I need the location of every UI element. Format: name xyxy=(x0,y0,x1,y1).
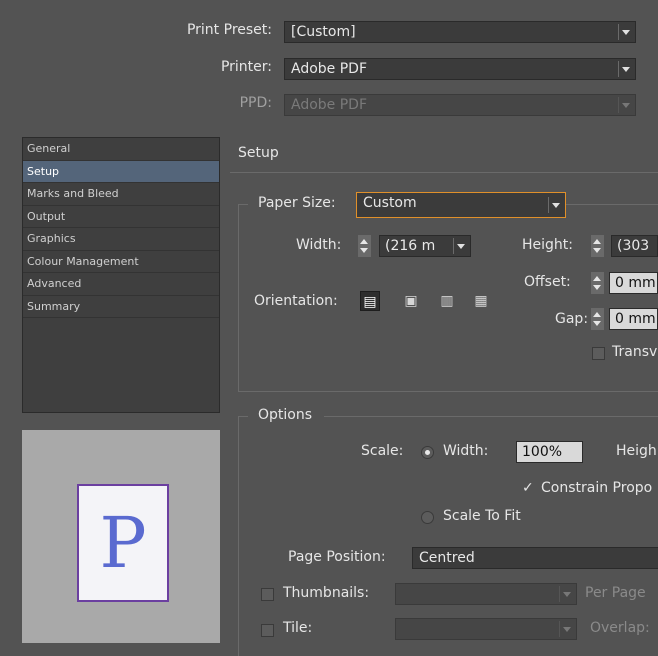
gap-stepper[interactable] xyxy=(591,308,604,330)
portrait-icon[interactable]: ▤ xyxy=(360,291,380,311)
chevron-down-icon xyxy=(559,586,574,602)
paper-size-label: Paper Size: xyxy=(258,195,336,211)
reverse-portrait-icon[interactable]: ▥ xyxy=(437,291,457,311)
width-label: Width: xyxy=(296,237,342,253)
printer-value: Adobe PDF xyxy=(291,61,368,77)
ppd-dropdown: Adobe PDF xyxy=(284,94,636,116)
tile-dropdown xyxy=(395,618,577,640)
height-stepper[interactable] xyxy=(591,235,604,257)
category-list: General Setup Marks and Bleed Output Gra… xyxy=(22,137,220,413)
landscape-icon[interactable]: ▣ xyxy=(401,291,421,311)
category-marks-and-bleed[interactable]: Marks and Bleed xyxy=(23,183,219,206)
constrain-checkmark-icon[interactable]: ✓ xyxy=(522,480,534,496)
chevron-down-icon xyxy=(559,621,574,637)
category-setup[interactable]: Setup xyxy=(23,160,219,183)
page-position-label: Page Position: xyxy=(288,549,386,565)
print-preset-value: [Custom] xyxy=(291,24,356,40)
height-label: Height: xyxy=(522,237,573,253)
chevron-down-icon xyxy=(548,197,563,213)
category-colour-management[interactable]: Colour Management xyxy=(23,251,219,273)
transverse-checkbox[interactable] xyxy=(592,347,605,360)
chevron-down-icon xyxy=(618,24,633,40)
scale-to-fit-label: Scale To Fit xyxy=(443,508,521,524)
print-preset-label: Print Preset: xyxy=(186,22,272,38)
category-summary[interactable]: Summary xyxy=(23,296,219,318)
offset-stepper[interactable] xyxy=(591,272,604,294)
height-field[interactable]: (303 xyxy=(611,235,658,257)
category-general[interactable]: General xyxy=(23,138,219,161)
ppd-label: PPD: xyxy=(239,95,272,111)
paper-size-value: Custom xyxy=(363,195,417,211)
print-preset-dropdown[interactable]: [Custom] xyxy=(284,21,636,43)
category-output[interactable]: Output xyxy=(23,206,219,228)
per-page-label: Per Page xyxy=(585,585,646,601)
chevron-down-icon xyxy=(618,61,633,77)
thumbnails-checkbox[interactable] xyxy=(261,588,274,601)
reverse-landscape-icon[interactable]: ▦ xyxy=(471,291,491,311)
setup-title: Setup xyxy=(238,145,279,161)
chevron-down-icon xyxy=(618,97,633,113)
height-value: (303 xyxy=(617,238,650,254)
thumbnails-dropdown xyxy=(395,583,577,605)
category-advanced[interactable]: Advanced xyxy=(23,273,219,296)
gap-label: Gap: xyxy=(555,311,589,327)
ppd-value: Adobe PDF xyxy=(291,97,368,113)
printer-label: Printer: xyxy=(220,59,272,75)
scale-to-fit-radio[interactable] xyxy=(421,511,434,524)
overlap-label: Overlap: xyxy=(590,620,650,636)
options-title: Options xyxy=(258,407,313,423)
scale-height-label: Heigh xyxy=(616,443,657,459)
orientation-label: Orientation: xyxy=(254,293,338,309)
scale-width-field[interactable]: 100% xyxy=(516,441,583,463)
category-graphics[interactable]: Graphics xyxy=(23,228,219,251)
width-field[interactable]: (216 m xyxy=(379,235,471,257)
tile-checkbox[interactable] xyxy=(261,624,274,637)
gap-field[interactable]: 0 mm xyxy=(609,308,658,330)
transverse-label: Transv xyxy=(612,344,658,360)
width-stepper[interactable] xyxy=(358,235,371,257)
scale-label: Scale: xyxy=(361,443,404,459)
tile-label: Tile: xyxy=(283,620,313,636)
constrain-label: Constrain Propo xyxy=(541,480,653,496)
width-value: (216 m xyxy=(385,238,436,254)
scale-width-radio[interactable] xyxy=(421,446,434,459)
offset-field[interactable]: 0 mm xyxy=(609,272,658,294)
page-position-value: Centred xyxy=(419,550,475,566)
scale-width-value: 100% xyxy=(522,444,563,460)
offset-value: 0 mm xyxy=(615,275,656,291)
chevron-down-icon xyxy=(453,238,468,254)
printer-dropdown[interactable]: Adobe PDF xyxy=(284,58,636,80)
section-divider xyxy=(230,172,658,173)
page-position-dropdown[interactable]: Centred xyxy=(412,547,658,569)
thumbnails-label: Thumbnails: xyxy=(283,585,370,601)
gap-value: 0 mm xyxy=(615,311,656,327)
paper-size-dropdown[interactable]: Custom xyxy=(356,192,566,218)
scale-width-label: Width: xyxy=(443,443,489,459)
preview-letter: P xyxy=(99,502,147,584)
offset-label: Offset: xyxy=(524,274,571,290)
